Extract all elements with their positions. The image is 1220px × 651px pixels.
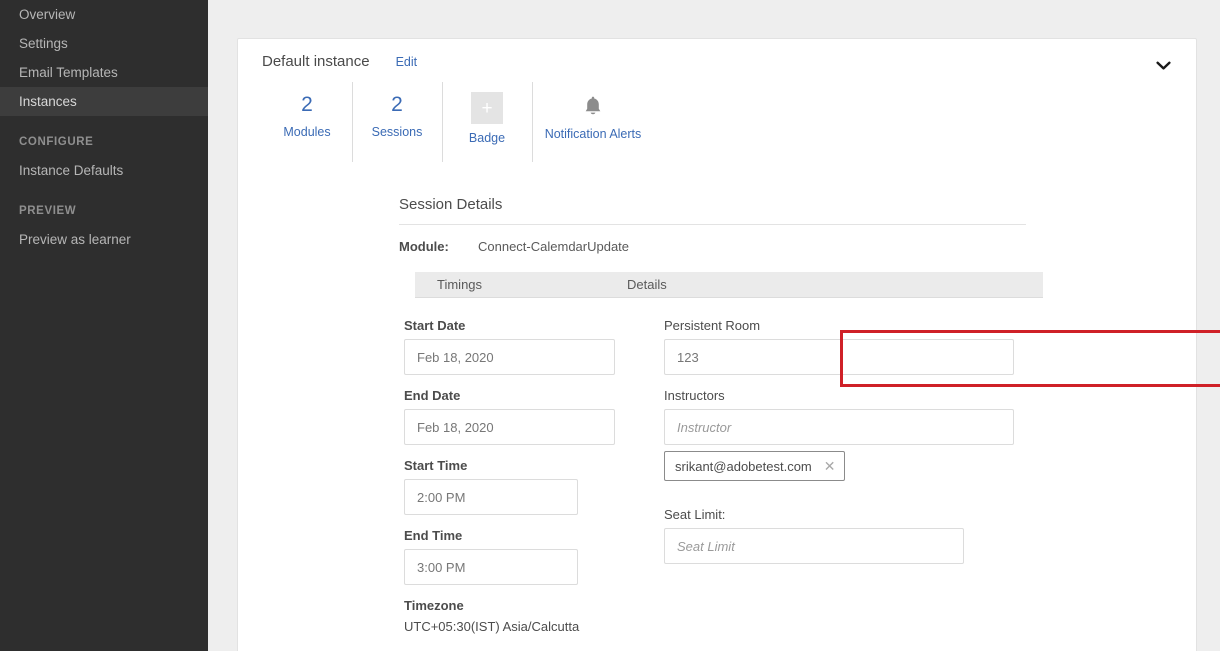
- timings-column: Start Date End Date Start Time End Time …: [404, 318, 646, 634]
- main-content: Default instance Edit 2 Modules 2 Sessio…: [208, 0, 1220, 651]
- sidebar-item-settings[interactable]: Settings: [0, 29, 208, 58]
- module-value: Connect-CalemdarUpdate: [478, 239, 630, 254]
- sidebar: Overview Settings Email Templates Instan…: [0, 0, 208, 651]
- sidebar-section-preview: PREVIEW: [19, 205, 77, 217]
- end-time-label: End Time: [404, 528, 463, 543]
- end-date-label: End Date: [404, 388, 461, 403]
- sidebar-item-preview-as-learner[interactable]: Preview as learner: [0, 225, 208, 254]
- stat-sessions-value: 2: [391, 93, 403, 116]
- sidebar-item-email-templates[interactable]: Email Templates: [0, 58, 208, 87]
- sidebar-item-instance-defaults[interactable]: Instance Defaults: [0, 156, 208, 185]
- section-divider: [399, 224, 1026, 225]
- tab-details[interactable]: Details: [627, 277, 667, 292]
- sidebar-item-instances[interactable]: Instances: [0, 87, 208, 116]
- sidebar-section-configure: CONFIGURE: [19, 136, 94, 148]
- details-column: Persistent Room Instructors srikant@adob…: [664, 318, 1034, 634]
- sidebar-item-label: Instances: [19, 94, 77, 109]
- module-label: Module:: [399, 239, 449, 254]
- module-row: Module: Connect-CalemdarUpdate: [399, 239, 1172, 254]
- close-icon[interactable]: ✕: [824, 459, 836, 473]
- seat-limit-input[interactable]: [664, 528, 964, 564]
- sidebar-item-label: Overview: [19, 7, 76, 22]
- instructor-chip-label: srikant@adobetest.com: [675, 458, 812, 474]
- seat-limit-label: Seat Limit:: [664, 507, 726, 522]
- stat-sessions-label: Sessions: [371, 125, 423, 139]
- plus-square-icon: +: [471, 92, 503, 124]
- instructors-label: Instructors: [664, 388, 725, 403]
- bell-icon: [582, 92, 604, 120]
- start-date-input[interactable]: [404, 339, 615, 375]
- sidebar-item-label: Preview as learner: [19, 232, 131, 247]
- app-root: Overview Settings Email Templates Instan…: [0, 0, 1220, 651]
- sidebar-item-label: Email Templates: [19, 65, 118, 80]
- session-tabbar: Timings Details: [415, 272, 1043, 298]
- instructor-chip: srikant@adobetest.com ✕: [664, 451, 845, 481]
- tab-timings[interactable]: Timings: [437, 277, 627, 292]
- sidebar-item-label: Instance Defaults: [19, 163, 124, 178]
- stat-notification-alerts-label: Notification Alerts: [544, 127, 642, 141]
- session-details-section: Session Details Module: Connect-Calemdar…: [238, 196, 1196, 634]
- collapse-card-button[interactable]: [1152, 55, 1174, 77]
- stat-sessions[interactable]: 2 Sessions: [352, 82, 442, 178]
- timezone-label: Timezone: [404, 598, 464, 613]
- stat-modules-value: 2: [301, 93, 313, 116]
- edit-instance-link[interactable]: Edit: [396, 55, 418, 69]
- sidebar-item-overview[interactable]: Overview: [0, 0, 208, 29]
- end-time-input[interactable]: [404, 549, 578, 585]
- plus-glyph: +: [481, 97, 493, 119]
- end-date-input[interactable]: [404, 409, 615, 445]
- sidebar-item-label: Settings: [19, 36, 68, 51]
- session-details-title: Session Details: [399, 196, 503, 213]
- instance-card: Default instance Edit 2 Modules 2 Sessio…: [237, 38, 1197, 651]
- instructor-input[interactable]: [664, 409, 1014, 445]
- stat-modules-label: Modules: [283, 125, 331, 139]
- session-form: Start Date End Date Start Time End Time …: [404, 318, 1172, 634]
- stat-notification-alerts[interactable]: Notification Alerts: [532, 82, 654, 178]
- stat-badge-label: Badge: [468, 131, 506, 145]
- persistent-room-label: Persistent Room: [664, 318, 761, 333]
- stat-modules[interactable]: 2 Modules: [262, 82, 352, 178]
- instance-card-header: Default instance Edit: [238, 39, 1196, 70]
- start-date-label: Start Date: [404, 318, 466, 333]
- instance-stats: 2 Modules 2 Sessions + Badge Notificatio…: [238, 82, 1196, 178]
- timezone-value: UTC+05:30(IST) Asia/Calcutta: [404, 619, 580, 634]
- start-time-input[interactable]: [404, 479, 578, 515]
- chevron-down-icon: [1155, 61, 1171, 70]
- stat-badge[interactable]: + Badge: [442, 82, 532, 178]
- start-time-label: Start Time: [404, 458, 468, 473]
- instance-title: Default instance: [262, 53, 370, 70]
- persistent-room-input[interactable]: [664, 339, 1014, 375]
